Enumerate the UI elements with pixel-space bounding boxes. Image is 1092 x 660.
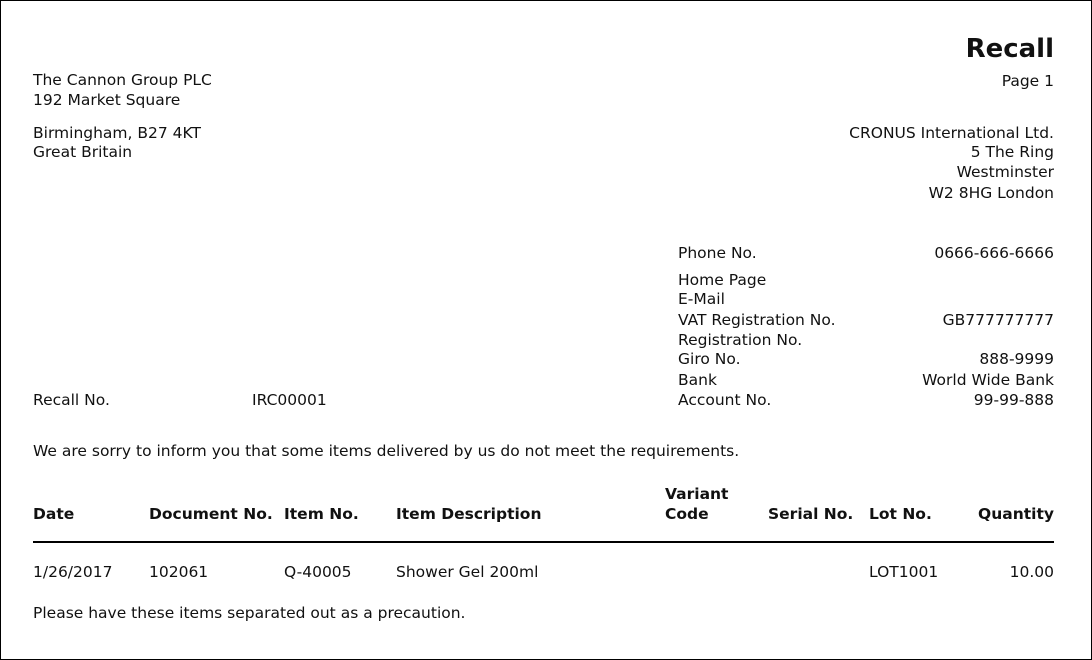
- cell-document-no: 102061: [149, 563, 209, 581]
- company-address-line-2: Westminster: [956, 163, 1054, 181]
- col-header-item-description: Item Description: [396, 505, 542, 523]
- vendor-city-line: Birmingham, B27 4KT: [33, 124, 201, 142]
- recall-no-label: Recall No.: [33, 391, 110, 409]
- col-header-lot-no: Lot No.: [869, 505, 932, 523]
- col-header-item-no: Item No.: [284, 505, 359, 523]
- vat-registration-value: GB777777777: [942, 311, 1054, 329]
- col-header-date: Date: [33, 505, 75, 523]
- report-title: Recall: [965, 34, 1054, 64]
- cell-item-description: Shower Gel 200ml: [396, 563, 539, 581]
- vendor-country: Great Britain: [33, 143, 133, 161]
- registration-label: Registration No.: [678, 331, 803, 349]
- vendor-address-line: 192 Market Square: [33, 91, 181, 109]
- cell-quantity: 10.00: [1009, 563, 1054, 581]
- cell-item-no: Q-40005: [284, 563, 352, 581]
- account-label: Account No.: [678, 391, 772, 409]
- cell-date: 1/26/2017: [33, 563, 113, 581]
- col-header-document-no: Document No.: [149, 505, 273, 523]
- col-header-quantity: Quantity: [978, 505, 1054, 523]
- giro-value: 888-9999: [979, 350, 1054, 368]
- vendor-name: The Cannon Group PLC: [33, 71, 212, 89]
- bank-label: Bank: [678, 371, 717, 389]
- company-address-line: 5 The Ring: [970, 143, 1054, 161]
- col-header-variant-code-line1: Variant: [665, 485, 729, 503]
- giro-label: Giro No.: [678, 350, 741, 368]
- report-page: Recall Page 1 The Cannon Group PLC 192 M…: [0, 0, 1092, 660]
- vat-registration-label: VAT Registration No.: [678, 311, 836, 329]
- phone-value: 0666-666-6666: [934, 244, 1054, 262]
- company-name: CRONUS International Ltd.: [849, 124, 1054, 142]
- bank-value: World Wide Bank: [922, 371, 1054, 389]
- recall-no-value: IRC00001: [252, 391, 327, 409]
- account-value: 99-99-888: [973, 391, 1054, 409]
- phone-label: Phone No.: [678, 244, 757, 262]
- email-label: E-Mail: [678, 290, 725, 308]
- intro-text: We are sorry to inform you that some ite…: [33, 442, 740, 460]
- table-header-rule: [33, 541, 1054, 543]
- company-city-line: W2 8HG London: [928, 184, 1054, 202]
- page-number: Page 1: [1001, 72, 1054, 90]
- home-page-label: Home Page: [678, 271, 767, 289]
- cell-lot-no: LOT1001: [869, 563, 939, 581]
- closing-text: Please have these items separated out as…: [33, 604, 466, 622]
- col-header-variant-code-line2: Code: [665, 505, 709, 523]
- col-header-serial-no: Serial No.: [768, 505, 854, 523]
